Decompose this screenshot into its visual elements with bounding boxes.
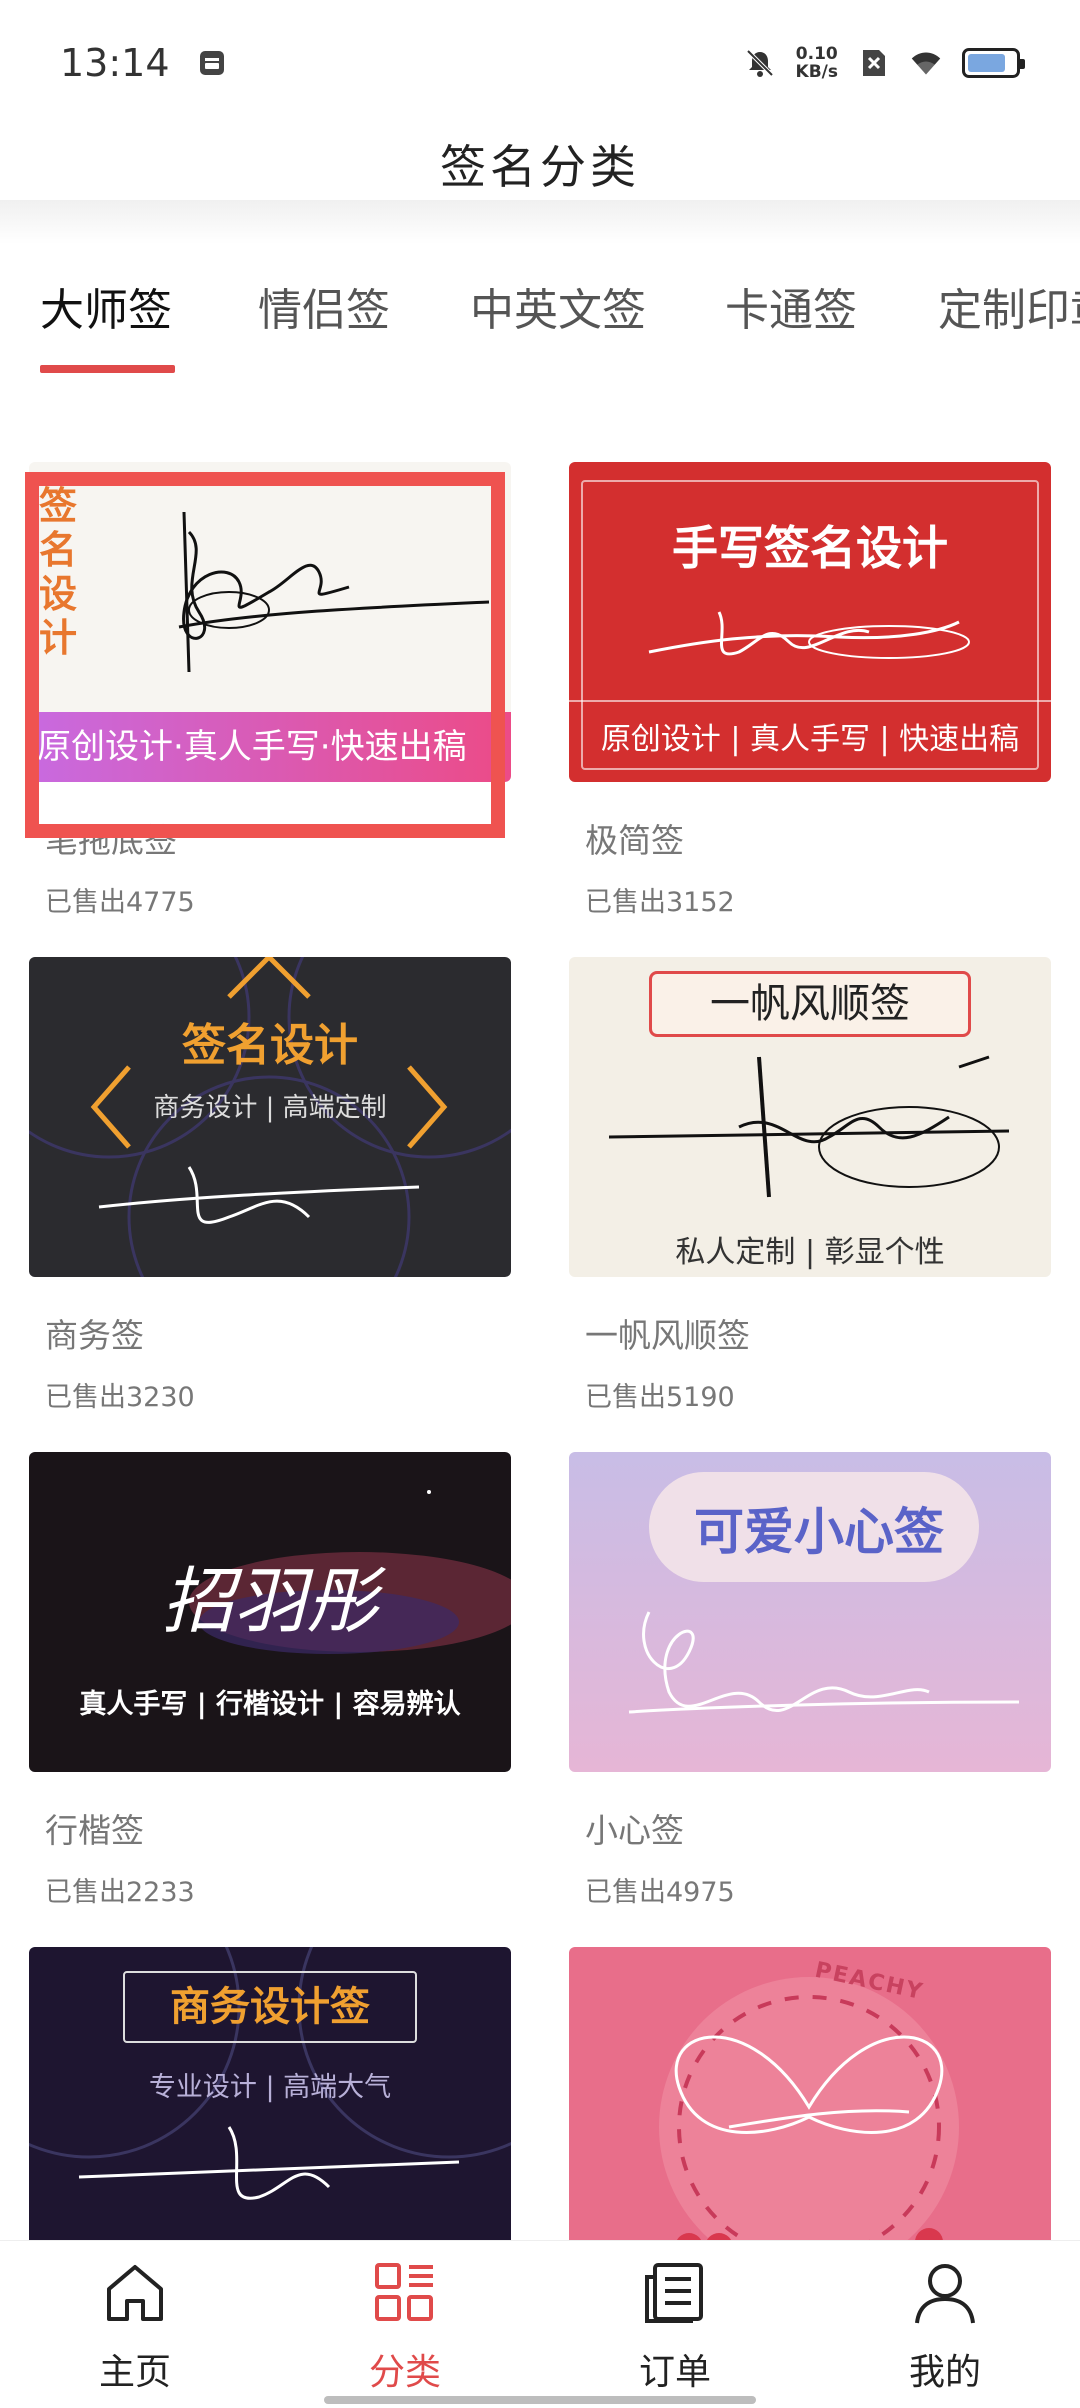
product-title: 极简签 (585, 821, 684, 860)
header: 签名分类 (0, 126, 1080, 202)
side-char: 计 (39, 616, 78, 660)
side-char: 签 (39, 484, 78, 528)
product-card[interactable]: 一帆风顺签 私人定制 | 彰显个性 一帆风顺签 已售出5190 (569, 957, 1051, 1414)
signature-image (609, 1055, 1010, 1198)
user-icon (915, 2264, 975, 2324)
background-pattern (659, 1977, 959, 2267)
nav-orders[interactable]: 订单 (540, 2241, 810, 2408)
product-card[interactable]: 招羽彤 真人手写 | 行楷设计 | 容易辨认 行楷签 已售出2233 (29, 1452, 511, 1909)
product-thumbnail: 签名设计 商务设计 | 高端定制 (29, 957, 511, 1277)
thumb-footer: 真人手写 | 行楷设计 | 容易辨认 (79, 1689, 461, 1720)
nav-label: 分类 (368, 2352, 441, 2393)
net-speed-unit: KB/s (795, 62, 838, 82)
signature-image (178, 511, 490, 673)
nav-label: 主页 (98, 2352, 171, 2393)
product-thumbnail: 签 名 设 计 原创设计·真人手写·快速出稿 (29, 462, 511, 782)
product-thumbnail: 招羽彤 真人手写 | 行楷设计 | 容易辨认 (29, 1452, 511, 1772)
side-char: 名 (39, 528, 78, 572)
nav-profile[interactable]: 我的 (810, 2241, 1080, 2408)
nav-home[interactable]: 主页 (0, 2241, 270, 2408)
thumb-signature: 招羽彤 (161, 1559, 378, 1643)
tab-cartoon[interactable]: 卡通签 (725, 274, 857, 338)
product-card[interactable]: 手写签名设计 原创设计 | 真人手写 | 快速出稿 极简签 已售出3152 (569, 462, 1051, 919)
product-sold-count: 已售出3230 (45, 1382, 195, 1413)
nav-category[interactable]: 分类 (270, 2241, 540, 2408)
wifi-icon (910, 47, 942, 79)
side-char: 设 (39, 572, 78, 616)
home-indicator[interactable] (324, 2396, 756, 2404)
product-title: 商务签 (45, 1316, 144, 1355)
header-divider (0, 200, 1080, 244)
tab-couple[interactable]: 情侣签 (258, 274, 390, 338)
thumb-subheading: 专业设计 | 高端大气 (148, 2072, 392, 2103)
mute-icon (744, 47, 776, 79)
thumb-heading: 可爱小心签 (694, 1503, 944, 1561)
thumb-footer: 原创设计 | 真人手写 | 快速出稿 (600, 722, 1020, 757)
tab-master[interactable]: 大师签 (40, 274, 172, 338)
status-time: 13:14 (60, 41, 170, 85)
product-card[interactable]: 签名设计 商务设计 | 高端定制 商务签 已售出3230 (29, 957, 511, 1414)
signature-image (648, 611, 970, 659)
product-thumbnail: 可爱小心签 (569, 1452, 1051, 1772)
product-title: 一帆风顺签 (585, 1316, 750, 1355)
category-tabs: 大师签 情侣签 中英文签 卡通签 定制印章 (0, 250, 1080, 380)
nav-label: 订单 (638, 2352, 711, 2393)
product-sold-count: 已售出5190 (585, 1382, 735, 1413)
network-speed: 0.10 KB/s (796, 45, 838, 81)
battery-icon (962, 48, 1025, 78)
thumb-heading: 签名设计 (182, 1020, 358, 1071)
thumb-heading: 一帆风顺签 (649, 971, 971, 1037)
signature-image (628, 1611, 1020, 1714)
home-icon (107, 2265, 163, 2321)
product-card[interactable]: 签 名 设 计 原创设计·真人手写·快速出稿 笔拖底签 已售出4775 (29, 462, 511, 919)
product-title: 小心签 (585, 1811, 684, 1850)
active-tab-indicator (40, 365, 175, 373)
net-speed-value: 0.10 (795, 44, 838, 64)
page-title: 签名分类 (440, 140, 640, 194)
thumb-side-text: 签 名 设 计 (39, 484, 77, 660)
tab-custom-seal[interactable]: 定制印章 (938, 274, 1080, 338)
product-sold-count: 已售出4975 (585, 1877, 735, 1908)
thumb-footer: 私人定制 | 彰显个性 (675, 1235, 945, 1270)
thumb-heading: 手写签名设计 (672, 521, 948, 575)
product-thumbnail: 一帆风顺签 私人定制 | 彰显个性 (569, 957, 1051, 1277)
product-thumbnail: PEACHY (569, 1947, 1051, 2267)
thumb-banner: 原创设计·真人手写·快速出稿 (29, 712, 511, 782)
product-thumbnail: 手写签名设计 原创设计 | 真人手写 | 快速出稿 (569, 462, 1051, 782)
battery-level (968, 54, 1005, 72)
thumb-heading: 商务设计签 (123, 1971, 417, 2043)
product-title: 行楷签 (45, 1811, 144, 1850)
order-icon (645, 2263, 703, 2323)
product-sold-count: 已售出3152 (585, 887, 735, 918)
notification-icon (196, 47, 228, 79)
bottom-nav: 主页 分类 订单 我的 (0, 2240, 1080, 2408)
product-title: 笔拖底签 (45, 821, 177, 860)
sim-off-icon (858, 47, 890, 79)
product-thumbnail: 商务设计签 专业设计 | 高端大气 (29, 1947, 511, 2267)
product-card[interactable]: 可爱小心签 小心签 已售出4975 (569, 1452, 1051, 1909)
status-bar: 13:14 0.10 KB/s (0, 0, 1080, 126)
thumb-divider (569, 700, 1051, 702)
product-sold-count: 已售出4775 (45, 887, 195, 918)
nav-label: 我的 (908, 2352, 981, 2393)
category-icon (375, 2263, 433, 2321)
product-sold-count: 已售出2233 (45, 1877, 195, 1908)
thumb-subheading: 商务设计 | 高端定制 (153, 1093, 387, 1123)
tab-cn-en[interactable]: 中英文签 (470, 274, 646, 338)
